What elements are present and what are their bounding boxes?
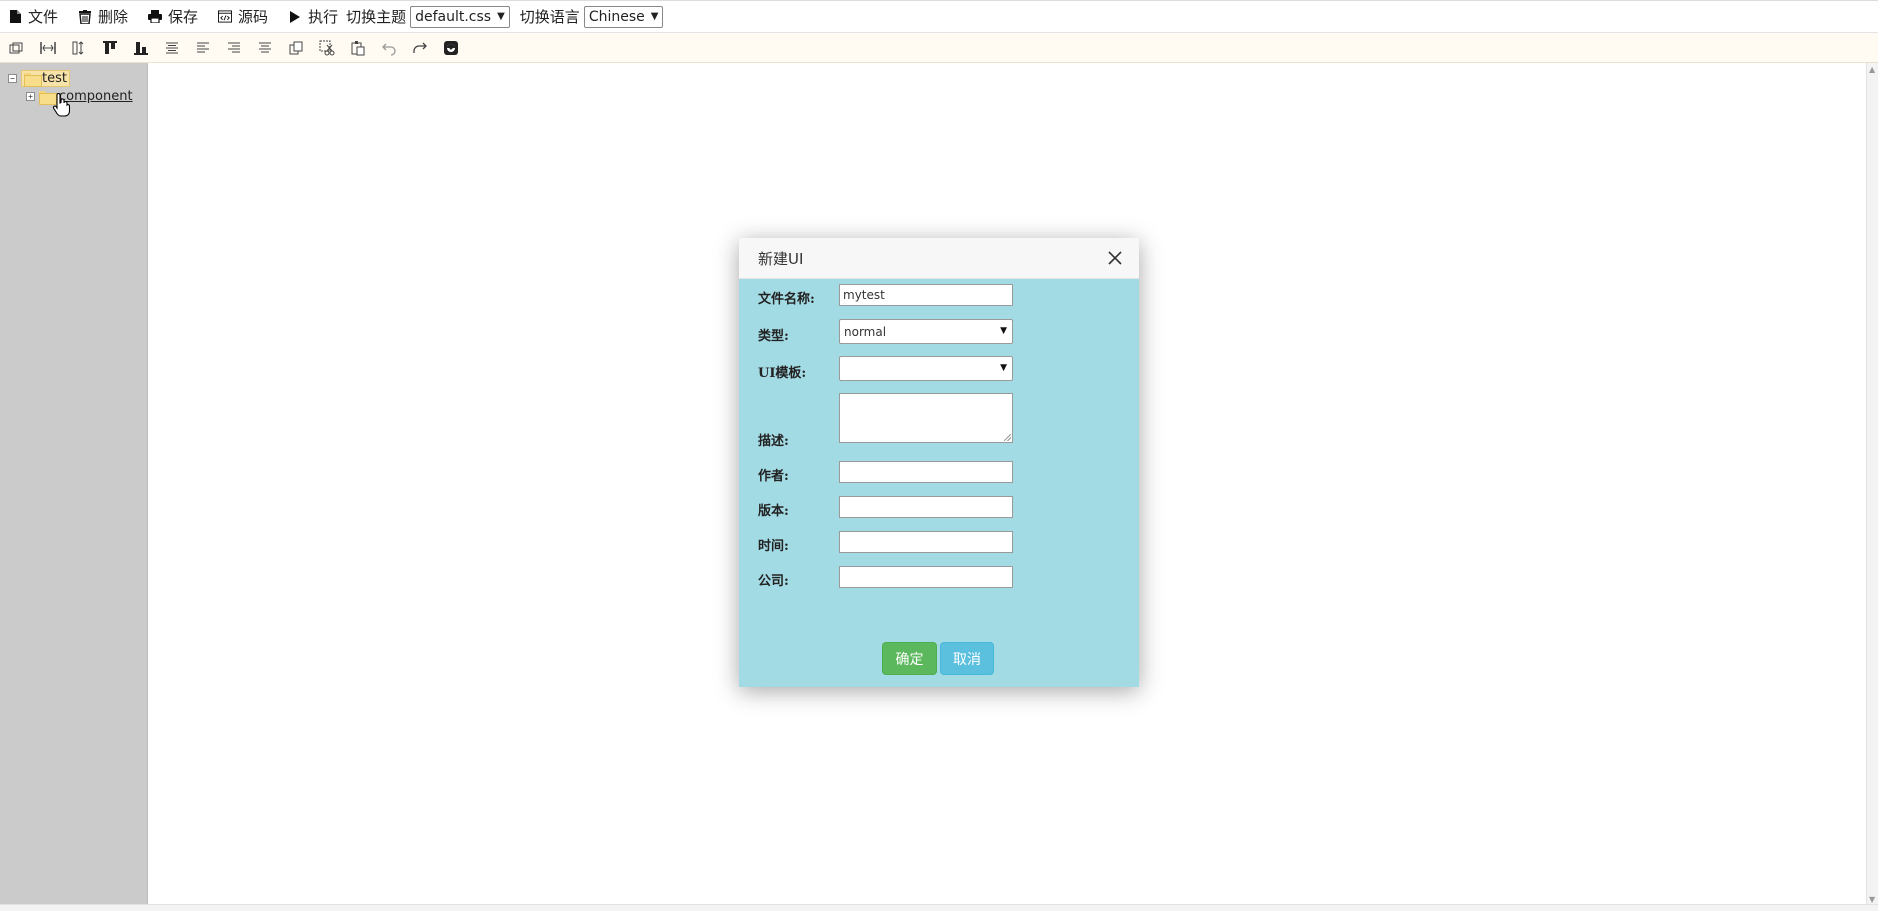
project-tree: − test + component (0, 63, 148, 906)
align-bottom-icon[interactable] (132, 39, 150, 57)
confirm-button[interactable]: 确定 (882, 642, 937, 675)
same-size-icon[interactable] (8, 39, 26, 57)
expand-icon[interactable]: + (26, 92, 35, 101)
save-menu-label: 保存 (168, 8, 199, 26)
file-icon (8, 10, 22, 24)
new-ui-dialog: 新建UI 文件名称: 文件名称: mytest 类型: normal ▼ UI模… (739, 238, 1139, 687)
template-select[interactable]: ▼ (839, 356, 1013, 381)
align-center-icon[interactable] (256, 39, 274, 57)
printer-icon (148, 10, 163, 24)
play-icon (288, 10, 302, 24)
template-label: UI模板: (758, 366, 807, 381)
resize-grip-icon[interactable] (1004, 434, 1011, 441)
same-height-icon[interactable] (70, 39, 88, 57)
language-select-value: Chinese (588, 8, 645, 25)
dialog-header: 新建UI (739, 238, 1139, 279)
menubar: 文件 删除 保存 源码 执行 切换主题 default.css ▼ 切换语言 C… (0, 0, 1878, 33)
preview-icon[interactable] (442, 39, 460, 57)
scroll-up-icon[interactable]: ▲ (1869, 65, 1875, 74)
version-input[interactable] (839, 496, 1013, 518)
file-menu-label: 文件 (28, 8, 59, 26)
chevron-down-icon: ▼ (650, 11, 659, 22)
toolbar (0, 33, 1878, 63)
vertical-scrollbar[interactable]: ▲ ▼ (1866, 63, 1878, 906)
source-menu-label: 源码 (238, 8, 269, 26)
type-select-value: normal (844, 324, 887, 339)
description-label: 描述: (758, 434, 789, 449)
hand-cursor-icon (52, 93, 70, 117)
align-top-icon[interactable] (101, 39, 119, 57)
version-label: 版本: (758, 504, 789, 519)
filename-input[interactable]: mytest (839, 284, 1013, 306)
language-select[interactable]: Chinese ▼ (583, 5, 664, 28)
align-right-icon[interactable] (225, 39, 243, 57)
delete-menu[interactable]: 删除 (78, 6, 128, 27)
align-left-icon[interactable] (194, 39, 212, 57)
time-label: 时间: (758, 539, 789, 554)
type-label: 类型: (758, 329, 789, 344)
trash-icon (78, 9, 92, 24)
chevron-down-icon: ▼ (1000, 326, 1007, 336)
dialog-body: 文件名称: mytest 类型: normal ▼ UI模板: ▼ 描述: 作者… (739, 238, 1139, 687)
author-label: 作者: (758, 469, 789, 484)
author-input[interactable] (839, 461, 1013, 483)
folder-icon (24, 72, 42, 87)
tree-root-label: test (42, 71, 67, 86)
run-menu-label: 执行 (308, 8, 339, 26)
redo-icon[interactable] (411, 39, 429, 57)
theme-select-value: default.css (415, 8, 492, 25)
theme-switch-label: 切换主题 (346, 8, 407, 26)
company-input[interactable] (839, 566, 1013, 588)
description-textarea[interactable] (839, 393, 1013, 443)
chevron-down-icon: ▼ (497, 11, 505, 22)
dialog-title: 新建UI (758, 249, 804, 268)
run-menu[interactable]: 执行 (288, 6, 338, 27)
copy-icon[interactable] (287, 39, 305, 57)
save-menu[interactable]: 保存 (148, 6, 198, 27)
paste-icon[interactable] (349, 39, 367, 57)
undo-icon[interactable] (380, 39, 398, 57)
collapse-icon[interactable]: − (8, 74, 17, 83)
tree-node-test-label[interactable]: test (21, 70, 70, 87)
tree-node-test[interactable]: − test (8, 70, 70, 87)
delete-menu-label: 删除 (98, 8, 129, 26)
cut-icon[interactable] (318, 39, 336, 57)
align-middle-icon[interactable] (163, 39, 181, 57)
same-width-icon[interactable] (39, 39, 57, 57)
type-select[interactable]: normal ▼ (839, 319, 1013, 344)
horizontal-scrollbar[interactable] (0, 904, 1878, 911)
filename-label: 文件名称: (758, 292, 815, 307)
company-label: 公司: (758, 574, 789, 589)
source-menu[interactable]: 源码 (218, 6, 268, 27)
file-menu[interactable]: 文件 (8, 6, 58, 27)
theme-select[interactable]: default.css ▼ (410, 5, 510, 28)
close-icon[interactable] (1107, 250, 1123, 266)
chevron-down-icon: ▼ (1000, 363, 1007, 373)
filename-value: mytest (843, 288, 885, 302)
language-switch-label: 切换语言 (519, 8, 580, 26)
time-input[interactable] (839, 531, 1013, 553)
tree-node-component[interactable]: + component (26, 88, 135, 105)
code-icon (218, 10, 233, 24)
scroll-down-icon[interactable]: ▼ (1869, 895, 1875, 904)
cancel-button[interactable]: 取消 (940, 642, 994, 675)
